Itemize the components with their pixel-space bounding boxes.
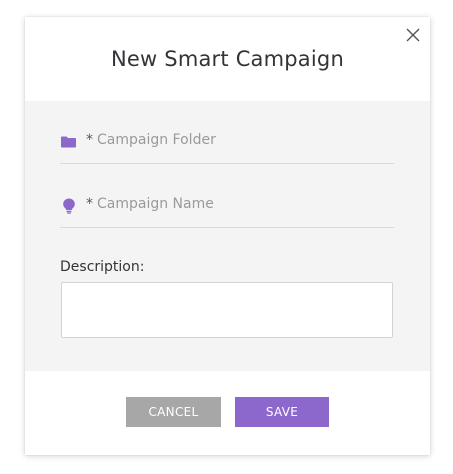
new-smart-campaign-dialog: New Smart Campaign * Campaign Folder * Cam… xyxy=(25,17,430,455)
campaign-folder-field[interactable]: * Campaign Folder xyxy=(60,127,394,164)
dialog-body: * Campaign Folder * Campaign Name Descript… xyxy=(25,101,430,371)
required-marker: * xyxy=(86,132,93,148)
lightbulb-icon xyxy=(60,197,78,215)
required-marker: * xyxy=(86,196,93,212)
dialog-title: New Smart Campaign xyxy=(111,47,344,71)
description-label: Description: xyxy=(60,259,145,275)
campaign-folder-placeholder: * Campaign Folder xyxy=(86,132,216,148)
campaign-folder-label: Campaign Folder xyxy=(97,132,216,148)
save-button[interactable]: SAVE xyxy=(235,397,329,427)
campaign-name-field[interactable]: * Campaign Name xyxy=(60,191,394,228)
folder-icon xyxy=(60,133,78,151)
campaign-name-placeholder: * Campaign Name xyxy=(86,196,214,212)
description-textarea[interactable] xyxy=(61,282,393,338)
campaign-name-label: Campaign Name xyxy=(97,196,214,212)
close-icon[interactable] xyxy=(403,25,423,45)
cancel-button[interactable]: CANCEL xyxy=(126,397,221,427)
